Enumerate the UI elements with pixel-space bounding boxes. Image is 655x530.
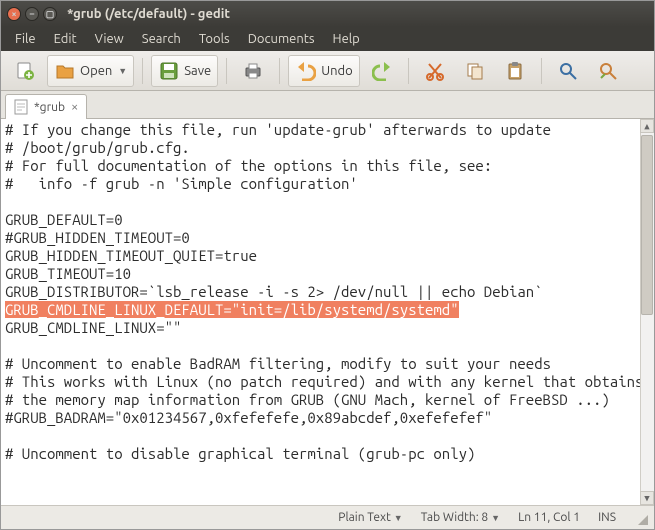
editor-line: # info -f grub -n 'Simple configuration' [5,175,358,192]
window-close-button[interactable]: × [7,7,21,21]
chevron-down-icon: ▼ [491,513,500,523]
new-document-button[interactable] [7,55,43,87]
editor-line: # the memory map information from GRUB (… [5,391,610,408]
copy-button[interactable] [457,55,493,87]
editor-area[interactable]: # If you change this file, run 'update-g… [1,119,654,505]
tab-width-selector[interactable]: Tab Width: 8 ▼ [417,511,504,524]
menu-view[interactable]: View [87,30,132,48]
open-button[interactable]: Open ▼ [47,55,134,87]
editor-line: GRUB_TIMEOUT=10 [5,265,131,282]
toolbar: Open ▼ Save Undo [1,51,654,91]
menubar: File Edit View Search Tools Documents He… [1,27,654,51]
undo-button-label: Undo [321,64,353,78]
tab-width-label: Tab Width: 8 [421,511,488,524]
editor-line: GRUB_HIDDEN_TIMEOUT_QUIET=true [5,247,257,264]
cursor-position-label: Ln 11, Col 1 [518,511,580,524]
editor-line: # Uncomment to disable graphical termina… [5,445,475,462]
find-replace-button[interactable] [590,55,626,87]
print-icon [242,60,264,82]
redo-icon [371,60,393,82]
scroll-thumb[interactable] [641,135,653,315]
toolbar-separator [408,58,409,84]
window-resize-grip[interactable] [634,511,648,525]
syntax-mode-selector[interactable]: Plain Text ▼ [334,511,406,524]
undo-icon [295,60,317,82]
save-icon [158,60,180,82]
document-tab-label: *grub [34,101,65,114]
window-title: *grub (/etc/default) - gedit [67,7,230,21]
cut-button[interactable] [417,55,453,87]
scroll-up-button[interactable]: ▲ [640,119,654,133]
open-button-label: Open [80,64,112,78]
editor-line: # /boot/grub/grub.cfg. [5,139,190,156]
vertical-scrollbar[interactable]: ▲ ▼ [640,119,654,505]
menu-search[interactable]: Search [134,30,189,48]
paste-button[interactable] [497,55,533,87]
editor-line: GRUB_DEFAULT=0 [5,211,123,228]
save-button[interactable]: Save [151,55,218,87]
chevron-down-icon: ▼ [394,513,403,523]
editor-line: #GRUB_HIDDEN_TIMEOUT=0 [5,229,190,246]
find-replace-icon [597,60,619,82]
window-controls: × – ▢ [7,7,57,21]
search-icon [557,60,579,82]
cursor-position: Ln 11, Col 1 [514,511,584,524]
undo-button[interactable]: Undo [288,55,360,87]
scroll-down-button[interactable]: ▼ [640,491,654,505]
menu-file[interactable]: File [7,30,44,48]
syntax-mode-label: Plain Text [338,511,391,524]
document-tab[interactable]: *grub × [5,94,87,119]
menu-edit[interactable]: Edit [46,30,85,48]
menu-help[interactable]: Help [325,30,368,48]
toolbar-separator [279,58,280,84]
open-folder-icon [54,60,76,82]
insert-mode[interactable]: INS [594,511,620,524]
statusbar: Plain Text ▼ Tab Width: 8 ▼ Ln 11, Col 1… [1,505,654,529]
save-button-label: Save [184,64,211,78]
window-maximize-button[interactable]: ▢ [43,7,57,21]
editor-line: # If you change this file, run 'update-g… [5,121,551,138]
editor-line: # Uncomment to enable BadRAM filtering, … [5,355,551,372]
redo-button[interactable] [364,55,400,87]
document-icon [14,99,28,115]
editor-line: # This works with Linux (no patch requir… [5,373,643,390]
copy-icon [464,60,486,82]
editor-line: #GRUB_BADRAM="0x01234567,0xfefefefe,0x89… [5,409,492,426]
editor-highlighted-line: GRUB_CMDLINE_LINUX_DEFAULT="init=/lib/sy… [5,301,459,318]
editor-line: GRUB_CMDLINE_LINUX="" [5,319,181,336]
tab-close-button[interactable]: × [71,100,78,114]
menu-tools[interactable]: Tools [191,30,238,48]
window-titlebar: × – ▢ *grub (/etc/default) - gedit [1,1,654,27]
toolbar-separator [226,58,227,84]
new-document-icon [14,60,36,82]
toolbar-separator [541,58,542,84]
editor-line: # For full documentation of the options … [5,157,492,174]
window-minimize-button[interactable]: – [25,7,39,21]
paste-icon [504,60,526,82]
cut-icon [424,60,446,82]
print-button[interactable] [235,55,271,87]
tabbar: *grub × [1,91,654,119]
editor-line: GRUB_DISTRIBUTOR=`lsb_release -i -s 2> /… [5,283,543,300]
insert-mode-label: INS [598,511,616,524]
toolbar-separator [142,58,143,84]
open-dropdown-caret[interactable]: ▼ [118,66,127,76]
find-button[interactable] [550,55,586,87]
menu-documents[interactable]: Documents [240,30,323,48]
